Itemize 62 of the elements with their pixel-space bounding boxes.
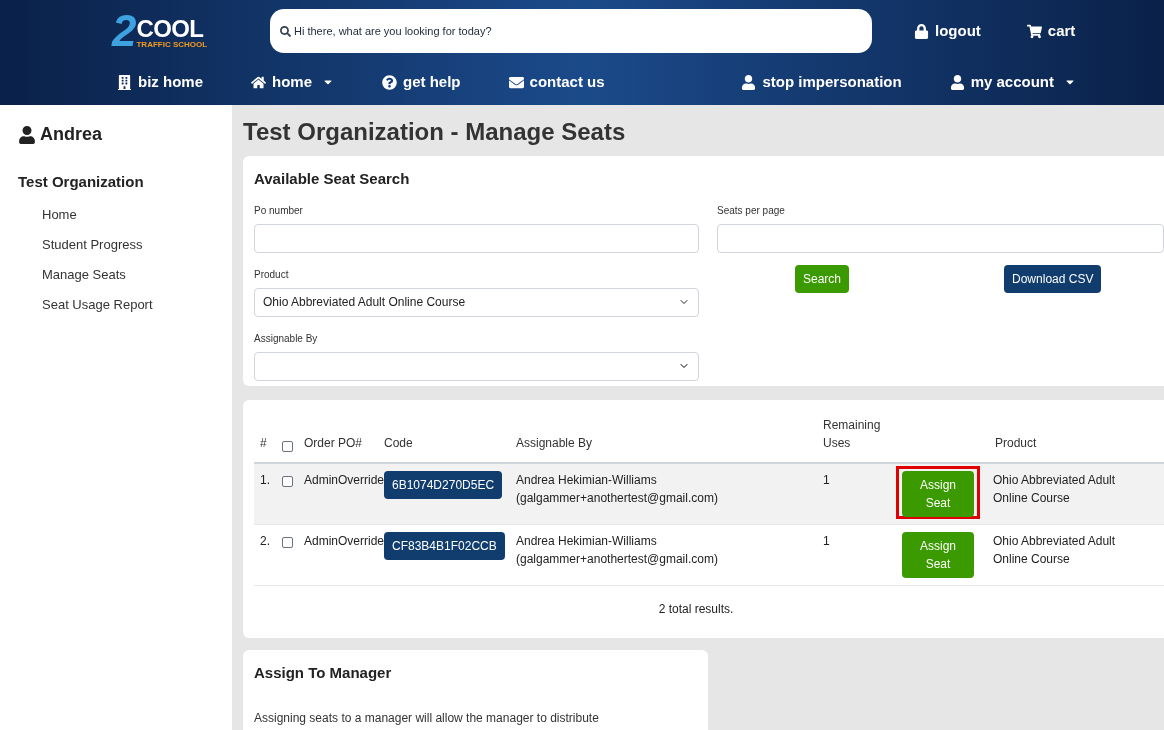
nav-link[interactable]: get help: [382, 70, 461, 94]
checkbox[interactable]: [282, 537, 293, 548]
product-select[interactable]: Ohio Abbreviated Adult Online Course: [254, 287, 699, 317]
assign-seat-button[interactable]: Assign Seat: [902, 532, 974, 578]
search-field[interactable]: Hi there, what are you looking for today?: [270, 9, 872, 53]
checkbox[interactable]: [282, 441, 293, 452]
user-icon: [18, 125, 36, 144]
panel-title: Assign To Manager: [254, 663, 393, 683]
table-cell-text: AdminOverride: [303, 533, 384, 550]
table-cell-text: 1: [823, 533, 831, 550]
nav-link[interactable]: my account: [949, 70, 1076, 94]
cart-icon: [1026, 23, 1042, 39]
code-badge: 6B1074D270D5EC: [384, 471, 503, 499]
sidebar-item[interactable]: Seat Usage Report: [42, 289, 232, 320]
column-header: Code: [384, 435, 414, 452]
sidebar-item[interactable]: Student Progress: [42, 229, 232, 260]
table-cell-text: Ohio Abbreviated Adult Online Course: [993, 472, 1117, 507]
nav-link[interactable]: stop impersonation: [741, 70, 902, 94]
sidebar-item[interactable]: Home: [42, 199, 232, 230]
table-cell-text: 1.: [259, 472, 271, 489]
sidebar-item[interactable]: Manage Seats: [42, 259, 232, 290]
description-text: Assigning seats to a manager will allow the manager to distribute: [254, 709, 600, 727]
table-cell-text: 2.: [259, 533, 271, 550]
table-cell-text: Andrea Hekimian-Williams (galgammer+anothertest@gmail.com): [516, 472, 719, 507]
column-header: Product: [995, 435, 1037, 452]
seats-per-page-field[interactable]: [717, 223, 1164, 253]
envelope-icon: [508, 74, 524, 90]
table-cell-text: Ohio Abbreviated Adult Online Course: [993, 533, 1117, 568]
field-label: Assignable By: [254, 331, 319, 346]
code-badge: CF83B4B1F02CCB: [384, 532, 505, 560]
table-cell-text: AdminOverride: [303, 472, 384, 489]
total-results: 2 total results.: [657, 601, 735, 618]
assign-seat-button[interactable]: Assign Seat: [902, 471, 974, 517]
column-header: Order PO#: [303, 435, 364, 452]
nav-link[interactable]: cart: [1026, 19, 1076, 43]
nav-link[interactable]: biz home: [117, 70, 203, 94]
lock-icon: [914, 23, 929, 39]
nav-link[interactable]: home: [251, 70, 335, 94]
field-label: Product: [254, 267, 290, 282]
checkbox[interactable]: [282, 476, 293, 487]
nav-link[interactable]: contact us: [508, 70, 605, 94]
download-csv-button[interactable]: Download CSV: [1004, 264, 1102, 293]
user-icon: [949, 74, 965, 90]
help-icon: [382, 74, 398, 90]
po-number-field[interactable]: [254, 223, 699, 253]
column-header: Assignable By: [516, 435, 594, 452]
column-header: #: [259, 435, 268, 452]
search-button[interactable]: Search: [795, 264, 850, 293]
nav-link[interactable]: logout: [914, 19, 981, 43]
table-cell-text: 1: [823, 472, 831, 489]
page-title: Test Organization - Manage Seats: [243, 117, 627, 147]
house-icon: [251, 74, 266, 90]
table-cell-text: Andrea Hekimian-Williams (galgammer+anothertest@gmail.com): [516, 533, 719, 568]
field-label: Seats per page: [717, 203, 786, 218]
user-name: Andrea: [40, 123, 102, 146]
building-icon: [117, 74, 132, 90]
panel-title: Available Seat Search: [254, 169, 411, 189]
field-label: Po number: [254, 203, 304, 218]
organization-heading: Test Organization: [18, 172, 145, 192]
user-icon: [741, 74, 757, 90]
column-header: Remaining Uses: [823, 417, 882, 452]
search-icon: [280, 26, 291, 37]
